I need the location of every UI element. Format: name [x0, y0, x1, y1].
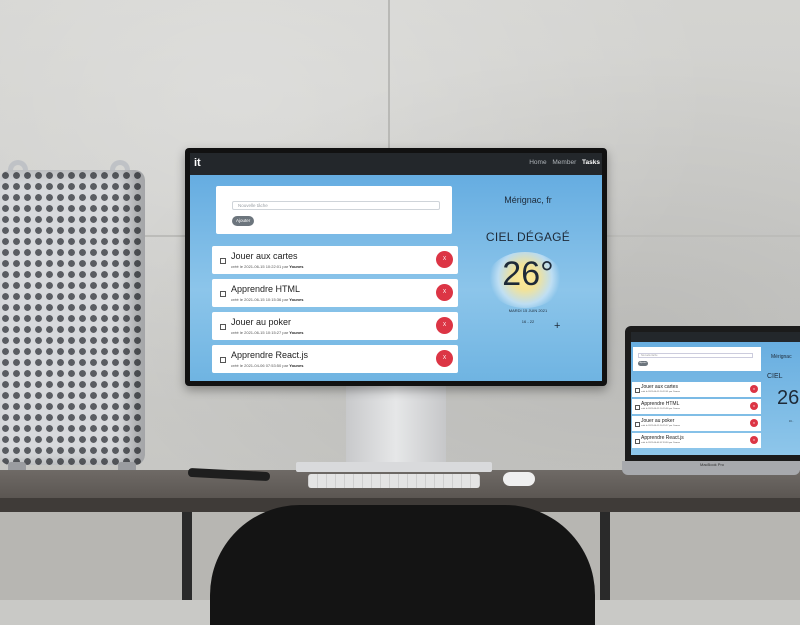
laptop-task-checkbox[interactable]: [635, 388, 640, 393]
task-meta: créé le 2021-06-15 10:15:27 par Younes: [231, 330, 303, 335]
task-checkbox[interactable]: [220, 324, 226, 330]
monitor-stand-neck: [346, 386, 446, 462]
laptop-weather-city: Mérignac: [771, 354, 792, 360]
laptop-task-item: Jouer aux cartes créé le 2021-06-15 10:2…: [632, 382, 761, 397]
task-title: Apprendre HTML: [231, 284, 301, 294]
laptop-navbar: [631, 332, 800, 342]
laptop-weather-range: 16 -: [789, 420, 794, 423]
task-meta-text: créé le 2021-06-15 10:15:36 par: [231, 297, 289, 302]
laptop-new-task-form: Nouvelle tâche Ajouter: [633, 347, 761, 371]
delete-task-button[interactable]: X: [436, 317, 453, 334]
navbar-brand[interactable]: it: [194, 157, 201, 169]
laptop-task-meta: créé le 2021-06-15 10:15:36 par Younes: [641, 408, 680, 410]
weather-temperature: 26°: [502, 255, 554, 293]
task-meta: créé le 2021-06-15 10:15:36 par Younes: [231, 297, 303, 302]
task-title: Apprendre React.js: [231, 350, 309, 360]
task-meta: créé le 2021-04-06 07:53:50 par Younes: [231, 363, 303, 368]
task-checkbox[interactable]: [220, 357, 226, 363]
mouse: [503, 472, 535, 486]
laptop-task-meta-text: créé le 2021-06-15 10:15:36 par: [641, 408, 673, 410]
weather-date: MARDI 15 JUIN 2021: [508, 308, 548, 313]
delete-task-button[interactable]: X: [436, 251, 453, 268]
laptop-task-meta: créé le 2021-06-15 10:22:01 par Younes: [641, 391, 680, 393]
laptop-task-checkbox[interactable]: [635, 439, 640, 444]
task-meta: créé le 2021-06-15 10:22:01 par Younes: [231, 264, 303, 269]
laptop-task-meta: créé le 2021-04-06 07:53:50 par Younes: [641, 442, 680, 444]
task-checkbox[interactable]: [220, 258, 226, 264]
nav-home-link[interactable]: Home: [529, 159, 546, 166]
task-meta-text: créé le 2021-04-06 07:53:50 par: [231, 363, 289, 368]
laptop-add-button[interactable]: Ajouter: [638, 361, 648, 366]
laptop-delete-button[interactable]: X: [750, 436, 758, 444]
laptop-task-author: Younes: [672, 408, 681, 410]
laptop-task-checkbox[interactable]: [635, 405, 640, 410]
laptop-task-title: Apprendre React.js: [641, 435, 684, 441]
desk-leg-right: [600, 512, 610, 600]
office-chair: [210, 505, 595, 625]
weather-range: 16 - 22: [521, 319, 535, 324]
mac-pro-tower: [0, 170, 145, 465]
laptop-task-title: Apprendre HTML: [641, 401, 680, 407]
task-title: Jouer au poker: [231, 317, 292, 327]
monitor-screen: it Home Member Tasks Nouvelle tâche Ajou…: [190, 153, 602, 381]
task-item: Apprendre HTML créé le 2021-06-15 10:15:…: [212, 279, 458, 307]
task-item: Apprendre React.js créé le 2021-04-06 07…: [212, 345, 458, 373]
task-item: Jouer aux cartes créé le 2021-06-15 10:2…: [212, 246, 458, 274]
laptop-task-title: Jouer au poker: [641, 418, 675, 424]
laptop-screen: Nouvelle tâche Ajouter Jouer aux cartes …: [631, 332, 800, 455]
laptop-task-author: Younes: [672, 425, 681, 427]
laptop-task-author: Younes: [672, 391, 681, 393]
keyboard: [308, 474, 480, 488]
laptop-task-meta: créé le 2021-06-15 10:15:27 par Younes: [641, 425, 680, 427]
delete-task-button[interactable]: X: [436, 284, 453, 301]
laptop-weather-condition: CIEL: [767, 373, 783, 380]
task-meta-text: créé le 2021-06-15 10:15:27 par: [231, 330, 289, 335]
laptop-weather-temperature: 26: [777, 387, 800, 409]
laptop-task-input[interactable]: Nouvelle tâche: [638, 353, 753, 358]
navbar: it Home Member Tasks: [190, 153, 602, 175]
nav-tasks-link[interactable]: Tasks: [582, 159, 600, 166]
new-task-input[interactable]: Nouvelle tâche: [232, 201, 440, 210]
monitor-stand-base: [296, 462, 492, 472]
weather-condition: CIEL DÉGAGÉ: [485, 230, 571, 244]
laptop-task-title: Jouer aux cartes: [641, 384, 678, 390]
laptop-task-meta-text: créé le 2021-06-15 10:22:01 par: [641, 391, 673, 393]
weather-widget: Mérignac, fr CIEL DÉGAGÉ 26° MARDI 15 JU…: [454, 175, 602, 381]
laptop-task-checkbox[interactable]: [635, 422, 640, 427]
task-checkbox[interactable]: [220, 291, 226, 297]
laptop-task-item: Jouer au poker créé le 2021-06-15 10:15:…: [632, 416, 761, 431]
task-author: Younes: [289, 330, 304, 335]
laptop-delete-button[interactable]: X: [750, 419, 758, 427]
laptop-task-meta-text: créé le 2021-06-15 10:15:27 par: [641, 425, 673, 427]
weather-city: Mérignac, fr: [504, 195, 552, 205]
laptop-task-item: Apprendre HTML créé le 2021-06-15 10:15:…: [632, 399, 761, 414]
laptop-task-author: Younes: [672, 442, 681, 444]
task-item: Jouer au poker créé le 2021-06-15 10:15:…: [212, 312, 458, 340]
laptop-task-meta-text: créé le 2021-04-06 07:53:50 par: [641, 442, 673, 444]
laptop-delete-button[interactable]: X: [750, 402, 758, 410]
desk-leg-left: [182, 512, 192, 600]
laptop-delete-button[interactable]: X: [750, 385, 758, 393]
new-task-form: Nouvelle tâche Ajouter: [216, 186, 452, 234]
laptop-brand-label: MacBook Pro: [700, 462, 725, 467]
task-title: Jouer aux cartes: [231, 251, 298, 261]
delete-task-button[interactable]: X: [436, 350, 453, 367]
add-task-button[interactable]: Ajouter: [232, 216, 255, 226]
add-city-button[interactable]: +: [554, 320, 560, 332]
nav-links: Home Member Tasks: [525, 159, 600, 166]
task-author: Younes: [289, 363, 304, 368]
task-author: Younes: [289, 264, 304, 269]
task-author: Younes: [289, 297, 304, 302]
nav-member-link[interactable]: Member: [552, 159, 576, 166]
laptop-task-item: Apprendre React.js créé le 2021-04-06 07…: [632, 433, 761, 448]
task-meta-text: créé le 2021-06-15 10:22:01 par: [231, 264, 289, 269]
